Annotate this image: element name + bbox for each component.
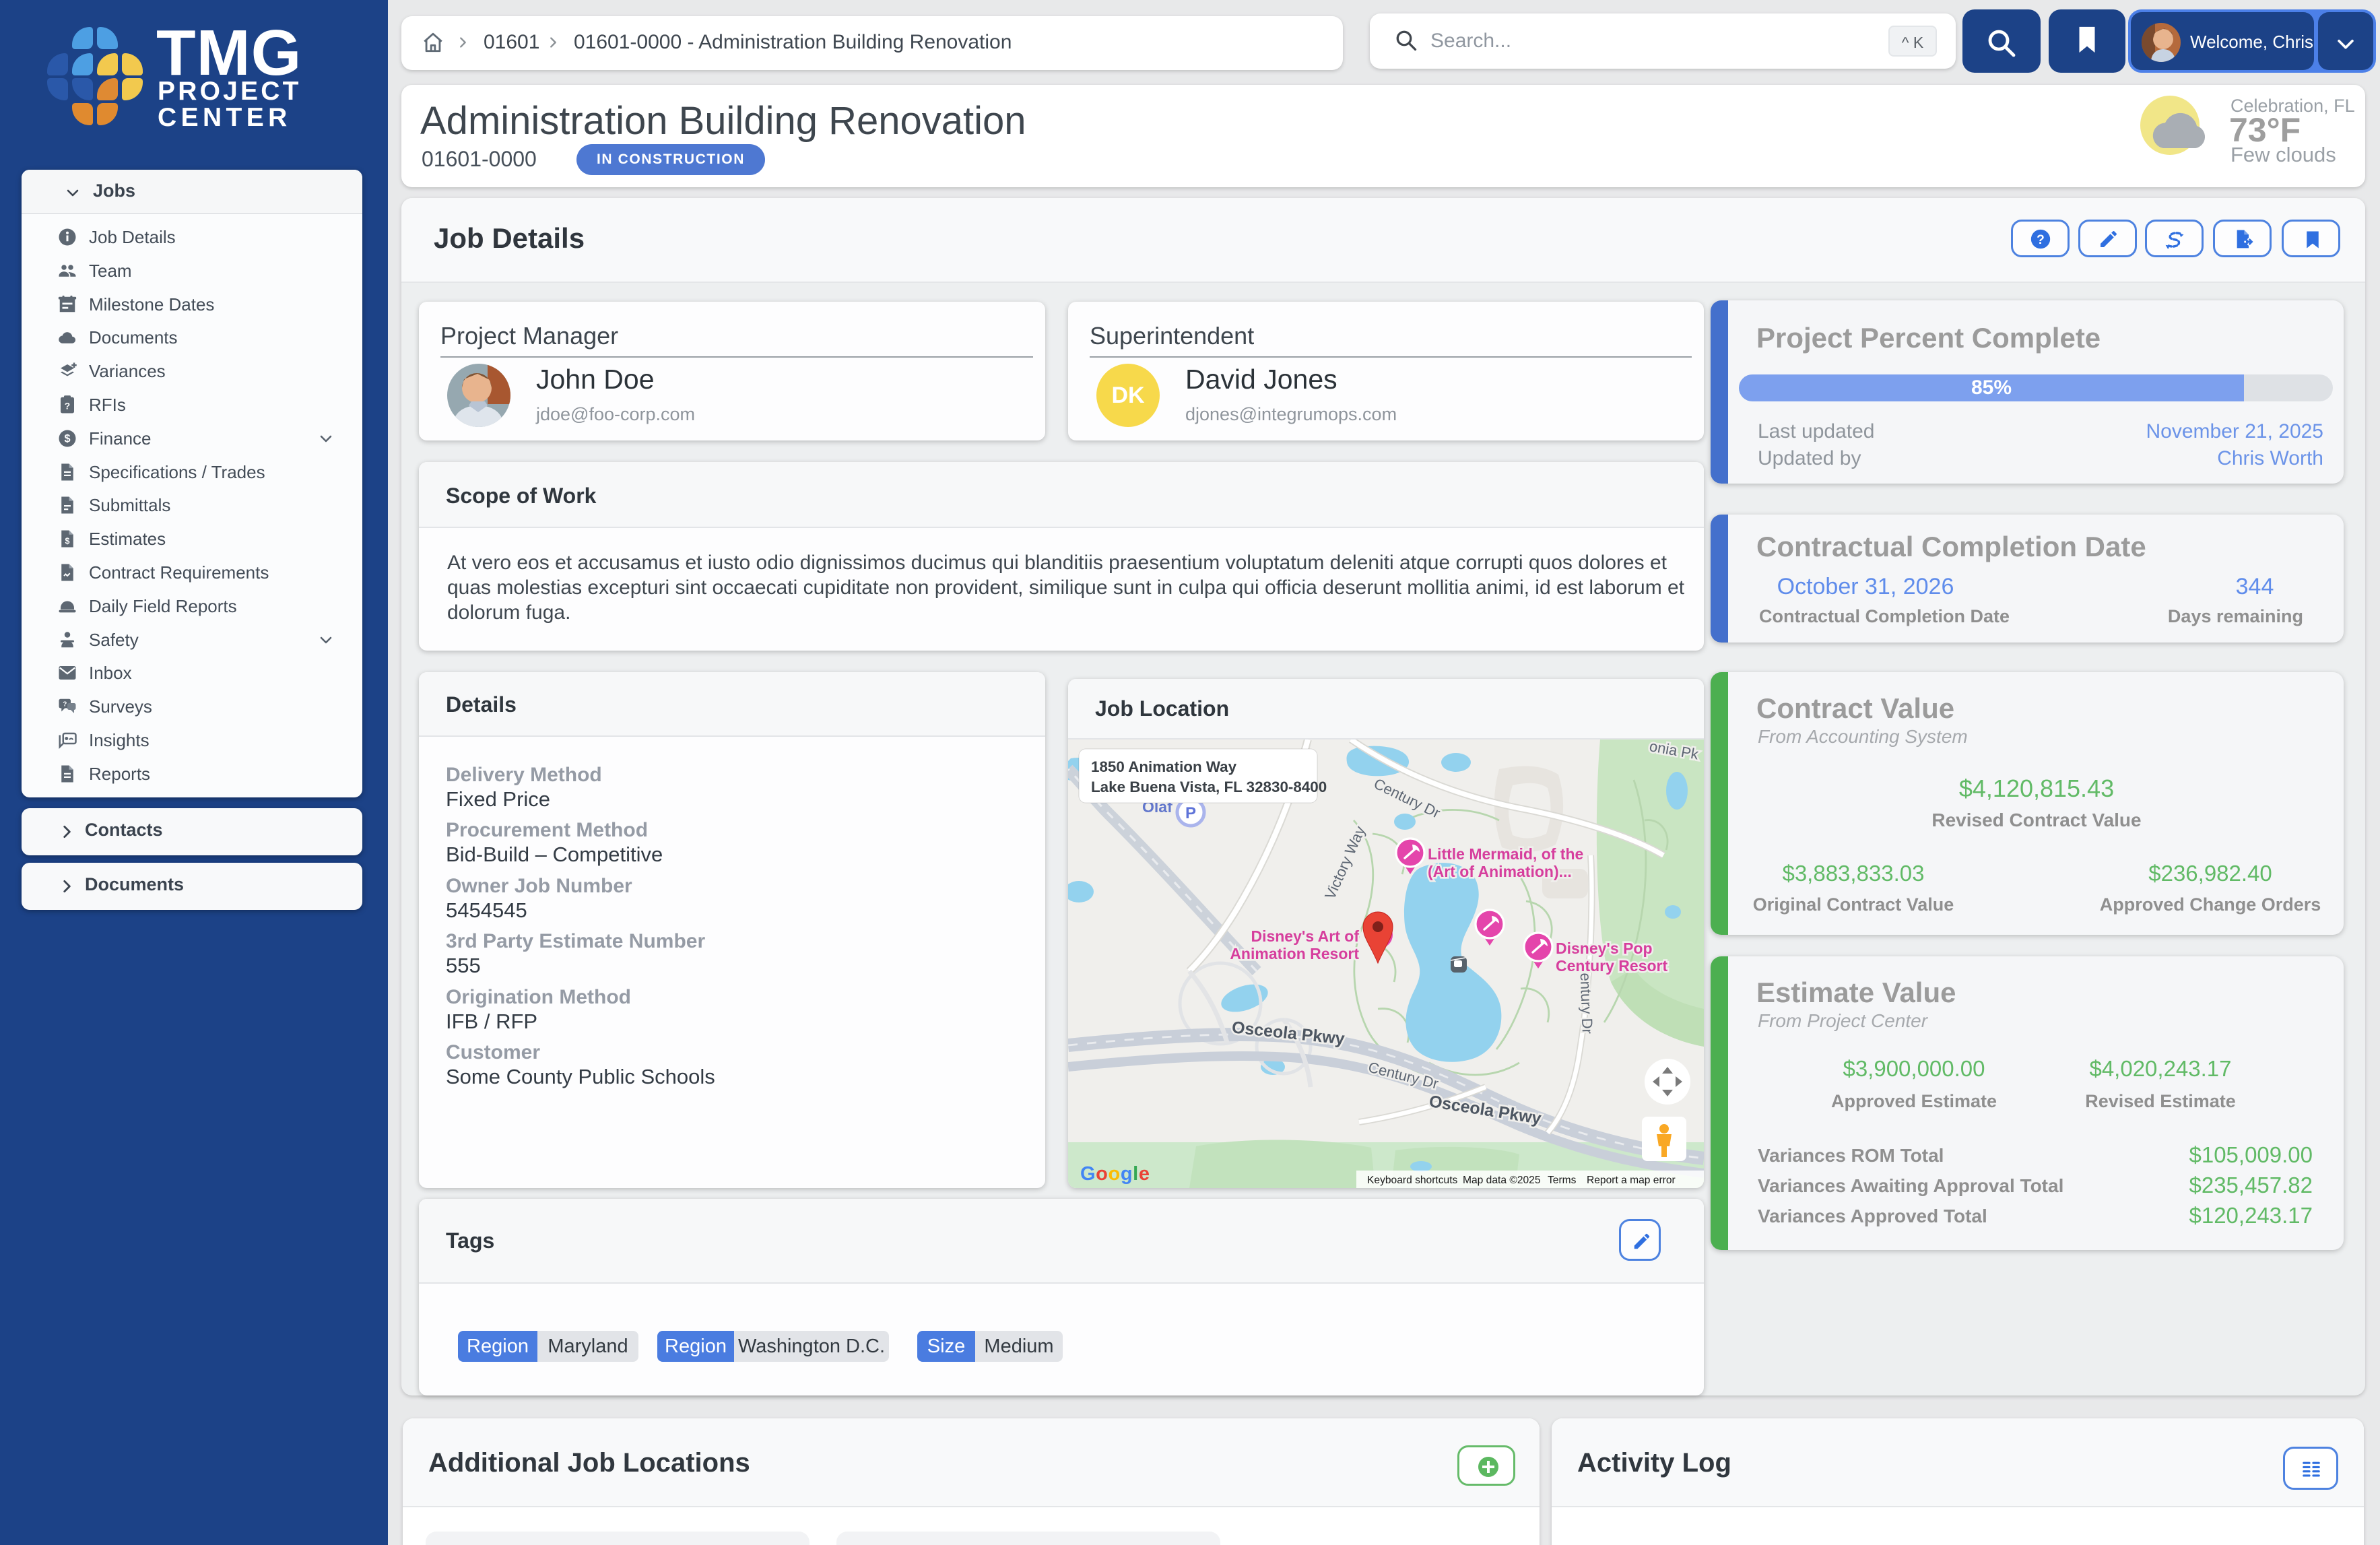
svg-text:?: ? xyxy=(65,401,70,411)
svg-text:Keyboard shortcuts: Keyboard shortcuts xyxy=(1367,1175,1458,1186)
svg-text:$: $ xyxy=(65,537,70,546)
svg-text:?: ? xyxy=(2037,233,2045,247)
svg-text:Terms: Terms xyxy=(1548,1175,1577,1186)
svg-text:Disney's Art of: Disney's Art of xyxy=(1251,927,1359,945)
svg-text:Google: Google xyxy=(1080,1163,1150,1185)
svg-text:Map data ©2025: Map data ©2025 xyxy=(1463,1175,1541,1186)
svg-text:$: $ xyxy=(64,432,70,445)
svg-text:(Art of Animation)...: (Art of Animation)... xyxy=(1428,863,1572,880)
svg-text:P: P xyxy=(1185,804,1196,822)
svg-text:1850 Animation Way: 1850 Animation Way xyxy=(1091,758,1237,775)
svg-text:Animation Resort: Animation Resort xyxy=(1230,945,1359,962)
svg-text:Little Mermaid, of the: Little Mermaid, of the xyxy=(1428,845,1583,863)
svg-text:Lake Buena Vista, FL 32830-840: Lake Buena Vista, FL 32830-8400 xyxy=(1091,779,1327,795)
svg-text:?: ? xyxy=(63,701,67,709)
svg-text:Century Resort: Century Resort xyxy=(1556,957,1667,975)
svg-text:Disney's Pop: Disney's Pop xyxy=(1556,940,1653,957)
svg-text:Report a map error: Report a map error xyxy=(1587,1175,1676,1186)
